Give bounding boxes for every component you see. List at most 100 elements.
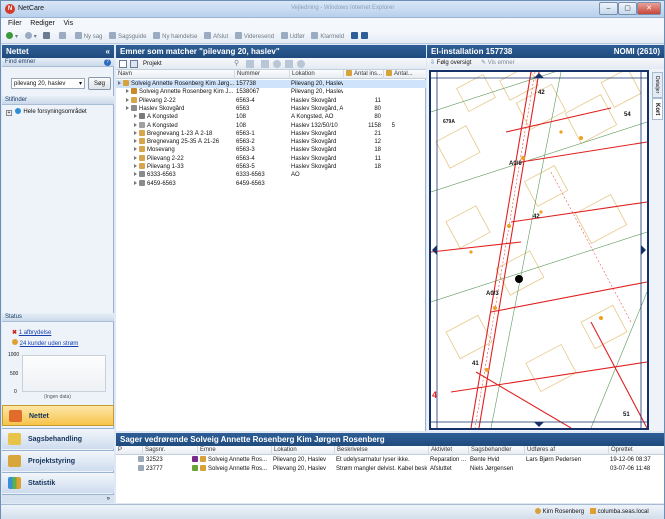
- result-row[interactable]: Mosevang 6563-3 Haslev Skovgård 18: [116, 146, 426, 154]
- minimize-button[interactable]: –: [599, 2, 618, 15]
- filter-icon[interactable]: [246, 60, 254, 68]
- status-customers[interactable]: 24 kunder uden strøm: [12, 339, 78, 348]
- case-row[interactable]: 32523 Solveig Annette Ros... Pilevang 20, …: [116, 456, 664, 464]
- col-sagsnr[interactable]: Sagsnr.: [142, 446, 197, 455]
- ready-report-button[interactable]: Klarmeld: [311, 30, 344, 43]
- expand-arrow-icon[interactable]: [134, 139, 137, 144]
- col-beskrivelse[interactable]: Beskrivelse: [334, 446, 428, 455]
- menu-filer[interactable]: Filer: [8, 18, 22, 30]
- expand-arrow-icon[interactable]: [134, 164, 137, 168]
- expand-icon[interactable]: +: [6, 110, 12, 116]
- col-sagsbehandler[interactable]: Sagsbehandler: [468, 446, 524, 455]
- view2-icon[interactable]: [130, 60, 138, 68]
- map-label: A0/3: [486, 291, 499, 297]
- map-label: 54: [624, 112, 631, 118]
- case-guide-button[interactable]: Sagsguide: [109, 30, 146, 43]
- collapse-chevron-icon[interactable]: «: [106, 45, 110, 58]
- result-location: Haslev Skovgård: [291, 130, 337, 137]
- search-input[interactable]: pilevang 20, haslev ▾: [11, 78, 85, 89]
- dropdown-arrow-icon[interactable]: ▾: [79, 79, 82, 89]
- col-antal-ins[interactable]: Antal ins...: [343, 70, 383, 79]
- preview-icon[interactable]: [59, 30, 68, 43]
- result-row[interactable]: Pilevang 2-22 6563-4 Haslev Skovgård 11: [116, 96, 426, 105]
- maximize-button[interactable]: ▢: [618, 2, 637, 15]
- result-row[interactable]: Pilevang 1-33 6563-5 Haslev Skovgård 18: [116, 163, 426, 171]
- item-icon: [131, 96, 137, 103]
- expand-arrow-icon[interactable]: [134, 114, 137, 119]
- nav-overflow[interactable]: »: [2, 494, 114, 503]
- new-case-button[interactable]: Ny sag: [74, 30, 102, 43]
- col-aktivitet[interactable]: Aktivitet: [428, 446, 468, 455]
- more-icon[interactable]: [297, 60, 305, 68]
- show-items-button[interactable]: ✎ Vis emner: [481, 59, 515, 68]
- project-label[interactable]: Projekt: [143, 59, 162, 69]
- map-canvas[interactable]: 42 54 679A A0/6 42 A0/3 41 51 4: [429, 70, 649, 430]
- expand-arrow-icon[interactable]: [134, 172, 137, 177]
- back-icon[interactable]: ▾: [6, 30, 18, 43]
- close-button[interactable]: ✕: [637, 2, 661, 15]
- result-row[interactable]: Haslev Skovgård 6563 Haslev Skovgård, AO 80: [116, 104, 426, 113]
- result-location: Haslev Skovgård: [291, 164, 337, 170]
- expand-arrow-icon[interactable]: [118, 81, 121, 85]
- result-row[interactable]: Bregnevang 25-35 Å 21-26 6563-2 Haslev Sko…: [116, 138, 426, 146]
- menu-vis[interactable]: Vis: [63, 18, 73, 30]
- result-row[interactable]: Pilevang 2-22 6563-4 Haslev Skovgård 11: [116, 154, 426, 163]
- execute-button[interactable]: Udfør: [280, 30, 305, 43]
- side-tab-map[interactable]: Kort: [652, 98, 663, 120]
- forward-case-button[interactable]: Videresend: [234, 30, 274, 43]
- result-row[interactable]: A Kongsted 108 Haslev 132/50/10 1158 5: [116, 121, 426, 130]
- nav-nettet[interactable]: Nettet: [2, 405, 114, 426]
- case-row[interactable]: 23777 Solveig Annette Ros... Pilevang 20, …: [116, 465, 664, 473]
- nav-projektstyring[interactable]: Projektstyring: [2, 450, 114, 471]
- col-emne[interactable]: Emne: [197, 446, 271, 455]
- forward-icon[interactable]: ▾: [24, 30, 37, 43]
- side-tab-details[interactable]: Detaljer: [652, 72, 663, 98]
- nav-statistik[interactable]: Statistik: [2, 472, 114, 493]
- expand-arrow-icon[interactable]: [134, 147, 137, 152]
- result-row[interactable]: 6333-6563 6333-6563 AO: [116, 171, 426, 179]
- help-icon[interactable]: ?: [104, 59, 111, 66]
- new-event-button[interactable]: Ny hændelse: [153, 30, 197, 43]
- result-row[interactable]: Bregnevang 1-23 Å 2-18 6563-1 Haslev Skovg…: [116, 129, 426, 138]
- expand-arrow-icon[interactable]: [126, 105, 129, 110]
- layout2-icon[interactable]: [361, 30, 370, 43]
- result-row[interactable]: 6459-6563 6459-6563: [116, 179, 426, 188]
- col-priority[interactable]: P: [116, 446, 142, 455]
- expand-arrow-icon[interactable]: [134, 130, 137, 135]
- refresh-icon[interactable]: [273, 60, 281, 68]
- case-handler: Niels Jørgensen: [470, 466, 514, 472]
- export-icon[interactable]: [261, 60, 269, 68]
- expand-arrow-icon[interactable]: [126, 89, 129, 94]
- expand-arrow-icon[interactable]: [134, 155, 137, 160]
- col-navn[interactable]: Navn: [116, 70, 234, 79]
- layout-icon[interactable]: [350, 30, 360, 43]
- settings-icon[interactable]: [285, 60, 293, 68]
- view-icon[interactable]: [119, 60, 127, 68]
- user-icon: [535, 508, 541, 514]
- expand-arrow-icon[interactable]: [134, 180, 137, 185]
- col-udfores-af[interactable]: Udføres af: [524, 446, 608, 455]
- expand-arrow-icon[interactable]: [126, 97, 129, 102]
- nav-sagsbehandling[interactable]: Sagsbehandling: [2, 428, 114, 449]
- result-row[interactable]: Solveig Annette Rosenberg Kim J... 153806…: [116, 88, 426, 96]
- result-number: 6563-3: [236, 147, 255, 154]
- result-row[interactable]: A Kongsted 108 A Kongsted, AO 80: [116, 113, 426, 121]
- result-location: AO: [291, 172, 300, 179]
- expand-arrow-icon[interactable]: [134, 122, 137, 127]
- col-nummer[interactable]: Nummer: [234, 70, 289, 79]
- menu-rediger[interactable]: Rediger: [30, 18, 55, 30]
- close-case-button[interactable]: Afslut: [204, 30, 228, 43]
- col-lokation[interactable]: Lokation: [271, 446, 334, 455]
- col-oprettet[interactable]: Oprettet: [608, 446, 664, 455]
- status-outages[interactable]: ✖ 1 afbrydelse: [12, 329, 51, 337]
- search-icon[interactable]: ⚲: [234, 59, 239, 67]
- title-bar: N NetCare Vejledning - Windows Internet …: [1, 1, 664, 18]
- col-antal[interactable]: Antal...: [383, 70, 426, 79]
- search-button[interactable]: Søg: [88, 77, 111, 90]
- results-column-header: Navn Nummer Lokation Antal ins... Antal.…: [116, 70, 426, 79]
- col-lokation[interactable]: Lokation: [289, 70, 343, 79]
- tree-root-item[interactable]: + Hele forsyningsområdet: [6, 108, 87, 116]
- follow-overview-button[interactable]: ⇩ Følg oversigt: [430, 59, 471, 68]
- result-row[interactable]: Solveig Annette Rosenberg Kim Jørg... 157…: [116, 80, 426, 88]
- print-icon[interactable]: [43, 30, 52, 43]
